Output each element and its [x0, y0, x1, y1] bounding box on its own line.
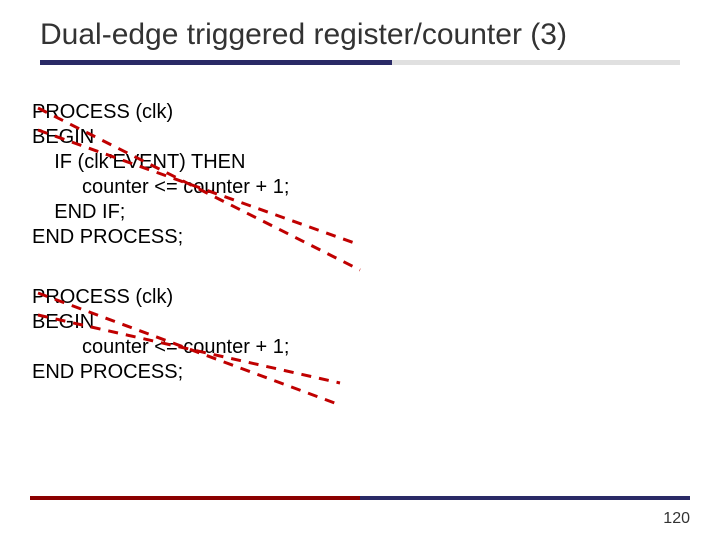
- code2-line1: PROCESS (clk): [32, 286, 173, 308]
- code2-line3: counter <= counter + 1;: [32, 336, 289, 358]
- code-block-2: PROCESS (clk) BEGIN counter <= counter +…: [32, 285, 690, 385]
- code1-line1: PROCESS (clk): [32, 101, 173, 123]
- code-block-1: PROCESS (clk) BEGIN IF (clk'EVENT) THEN …: [32, 100, 690, 250]
- code1-line5: END IF;: [32, 201, 125, 223]
- code-block-1-wrapper: PROCESS (clk) BEGIN IF (clk'EVENT) THEN …: [30, 100, 690, 250]
- code1-line3: IF (clk'EVENT) THEN: [32, 151, 245, 173]
- slide-container: Dual-edge triggered register/counter (3)…: [0, 0, 720, 540]
- code-block-2-wrapper: PROCESS (clk) BEGIN counter <= counter +…: [30, 285, 690, 385]
- code1-line4: counter <= counter + 1;: [32, 176, 289, 198]
- title-underline: [40, 60, 680, 65]
- code1-line2: BEGIN: [32, 126, 94, 148]
- page-number: 120: [663, 510, 690, 528]
- code2-line2: BEGIN: [32, 311, 94, 333]
- slide-title: Dual-edge triggered register/counter (3): [40, 18, 690, 60]
- footer-divider: [30, 496, 690, 500]
- code2-line4: END PROCESS;: [32, 361, 183, 383]
- code1-line6: END PROCESS;: [32, 226, 183, 248]
